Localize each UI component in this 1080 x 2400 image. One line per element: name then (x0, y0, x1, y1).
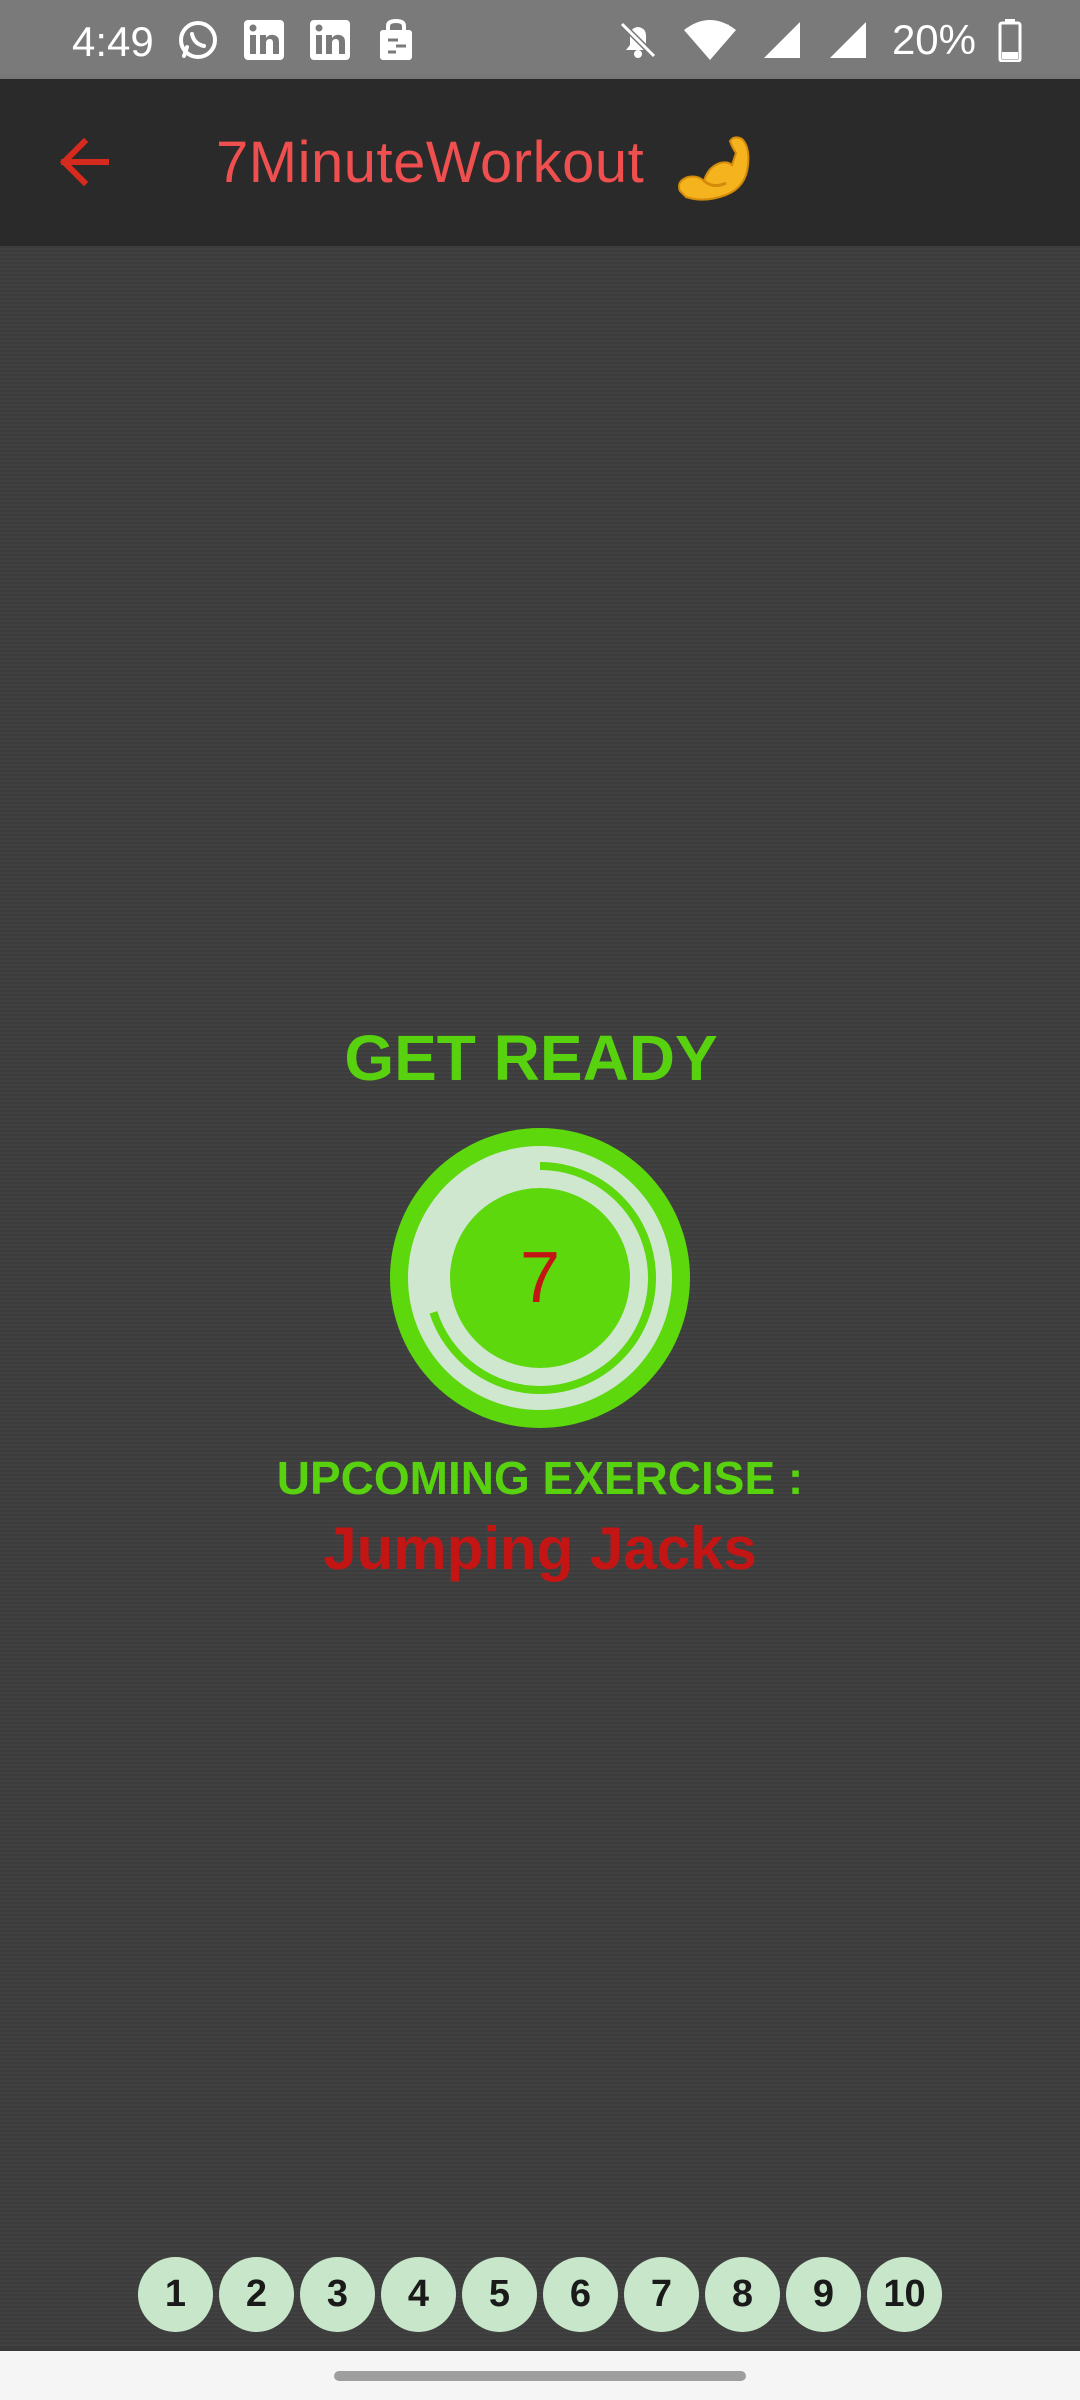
notification-icons (176, 18, 418, 62)
exercise-step-2: 2 (219, 2257, 294, 2332)
wifi-icon: x (683, 19, 736, 60)
exercise-progress: 1 2 3 4 5 6 7 8 9 10 (138, 2257, 942, 2333)
system-status: x 20% (616, 16, 1022, 64)
app-title: 7MinuteWorkout (216, 130, 645, 195)
exercise-step-10: 10 (867, 2257, 942, 2332)
signal-icon (829, 22, 866, 58)
rest-timer: 7 (390, 1128, 690, 1428)
app-bar: 7MinuteWorkout (0, 79, 1080, 246)
exercise-step-9: 9 (786, 2257, 861, 2332)
battery-icon (998, 19, 1022, 62)
svg-text:x: x (722, 19, 729, 35)
exercise-step-6: 6 (543, 2257, 618, 2332)
flexed-biceps-icon (678, 136, 750, 201)
timer-center: 7 (450, 1188, 630, 1368)
exercise-step-7: 7 (624, 2257, 699, 2332)
screen: 4:49 x 20% 7MinuteWorkout GET READY 7 UP… (0, 0, 1080, 2400)
status-time: 4:49 (72, 18, 154, 65)
exercise-step-1: 1 (138, 2257, 213, 2332)
home-indicator[interactable] (334, 2371, 746, 2381)
upcoming-exercise-name: Jumping Jacks (323, 1515, 757, 1582)
linkedin-icon (310, 20, 350, 60)
navigation-bar (0, 2351, 1080, 2400)
exercise-step-8: 8 (705, 2257, 780, 2332)
linkedin-icon (244, 20, 284, 60)
upcoming-exercise-label: UPCOMING EXERCISE : (276, 1452, 804, 1504)
status-bar: 4:49 x 20% (0, 0, 1080, 79)
mute-icon (619, 21, 657, 59)
workout-content: GET READY 7 UPCOMING EXERCISE : Jumping … (0, 246, 1080, 2346)
signal-icon (763, 22, 800, 58)
battery-percent: 20% (891, 16, 976, 63)
whatsapp-icon (179, 21, 217, 59)
bag-icon (380, 18, 412, 60)
timer-value: 7 (519, 1238, 561, 1318)
get-ready-heading: GET READY (344, 1022, 718, 1094)
exercise-step-4: 4 (381, 2257, 456, 2332)
arrow-back-icon[interactable] (50, 127, 120, 197)
exercise-step-3: 3 (300, 2257, 375, 2332)
exercise-step-5: 5 (462, 2257, 537, 2332)
